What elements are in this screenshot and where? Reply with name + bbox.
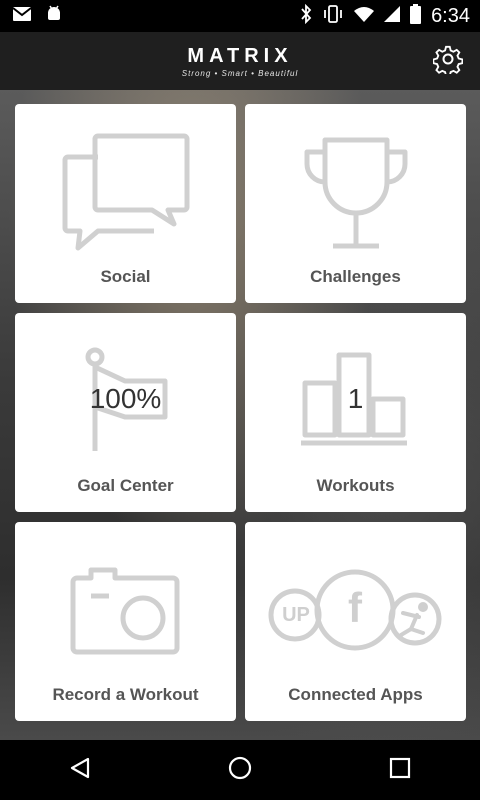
up-badge: UP: [282, 604, 310, 626]
brand-name: MATRIX: [187, 44, 293, 67]
settings-button[interactable]: [432, 45, 464, 77]
connected-apps-label: Connected Apps: [288, 685, 423, 704]
wifi-icon: [354, 6, 375, 27]
home-icon: [227, 755, 253, 786]
brand-logo: MATRIX Strong • Smart • Beautiful: [182, 45, 299, 78]
goal-center-label: Goal Center: [77, 476, 174, 495]
gear-icon: [432, 44, 464, 79]
brand-tagline: Strong • Smart • Beautiful: [181, 68, 299, 78]
facebook-badge: f: [348, 584, 362, 631]
recents-button[interactable]: [370, 740, 430, 800]
home-button[interactable]: [210, 740, 270, 800]
goal-center-tile[interactable]: 100% Goal Center: [15, 313, 236, 512]
record-workout-tile[interactable]: Record a Workout: [15, 522, 236, 721]
android-debug-icon: [46, 5, 62, 28]
camera-icon: [15, 522, 236, 682]
challenges-label: Challenges: [310, 267, 401, 286]
connected-apps-tile[interactable]: UP f Connected Apps: [245, 522, 466, 721]
record-workout-label: Record a Workout: [52, 685, 199, 704]
back-icon: [68, 756, 92, 785]
trophy-icon: [245, 104, 466, 264]
system-nav-bar: [0, 740, 480, 800]
status-bar: 6:34: [0, 0, 480, 32]
recents-icon: [389, 757, 411, 784]
challenges-tile[interactable]: Challenges: [245, 104, 466, 303]
fitness-figure-icon: [393, 599, 437, 639]
social-tile[interactable]: Social: [15, 104, 236, 303]
workouts-tile[interactable]: 1 Workouts: [245, 313, 466, 512]
goal-percent: 100%: [89, 383, 162, 414]
status-time: 6:34: [431, 4, 470, 27]
vibrate-icon: [322, 4, 344, 28]
mail-icon: [12, 6, 32, 27]
dashboard-grid: Social Challenges 100% Goal Center 1 Wor…: [0, 90, 480, 740]
back-button[interactable]: [50, 740, 110, 800]
social-label: Social: [100, 267, 151, 286]
bluetooth-icon: [300, 3, 312, 29]
app-header: MATRIX Strong • Smart • Beautiful: [0, 32, 480, 90]
battery-icon: [410, 3, 422, 29]
chat-bubbles-icon: [15, 104, 236, 264]
workouts-label: Workouts: [316, 476, 395, 495]
cell-signal-icon: [384, 5, 401, 27]
workouts-count: 1: [347, 383, 364, 414]
